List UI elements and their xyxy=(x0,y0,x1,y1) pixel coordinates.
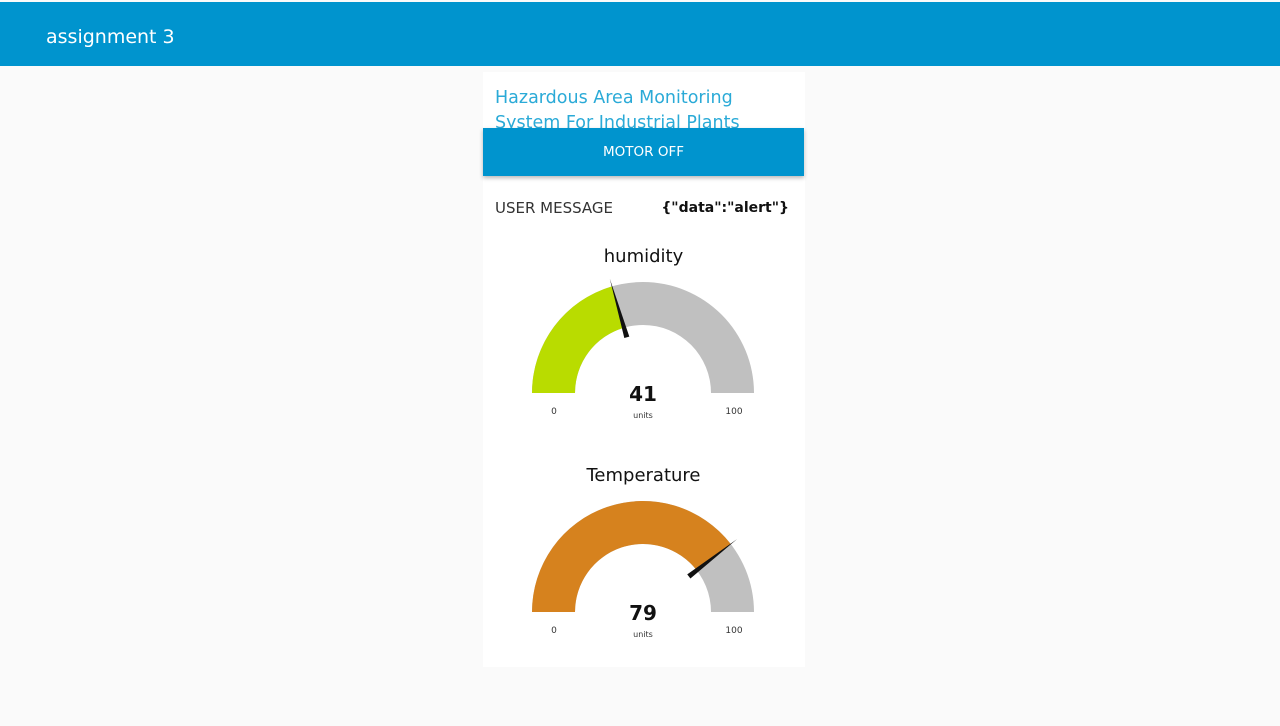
gauge-fill xyxy=(532,286,625,393)
gauge-min-label: 0 xyxy=(551,407,557,417)
top-toolbar: assignment 3 xyxy=(0,2,1280,66)
humidity-gauge-title: humidity xyxy=(603,246,684,267)
motor-off-button[interactable]: MOTOR OFF xyxy=(483,128,804,176)
temperature-gauge-title: Temperature xyxy=(586,465,701,486)
humidity-gauge: 41 units 0 100 xyxy=(483,277,804,427)
gauge-max-label: 100 xyxy=(725,407,742,417)
gauge-units: units xyxy=(633,630,653,639)
card-title: Hazardous Area Monitoring System For Ind… xyxy=(495,88,740,128)
temperature-gauge: 79 units 0 100 xyxy=(483,496,804,646)
app-title: assignment 3 xyxy=(46,26,175,48)
gauge-max-label: 100 xyxy=(725,626,742,636)
dashboard-card: Hazardous Area Monitoring System For Ind… xyxy=(483,72,805,667)
user-message-value: {"data":"alert"} xyxy=(661,200,789,216)
user-message-label: USER MESSAGE xyxy=(495,199,614,217)
gauge-fill xyxy=(532,501,731,612)
gauge-value: 79 xyxy=(629,601,657,625)
gauge-value: 41 xyxy=(629,382,657,406)
gauge-units: units xyxy=(633,411,653,420)
gauge-min-label: 0 xyxy=(551,626,557,636)
